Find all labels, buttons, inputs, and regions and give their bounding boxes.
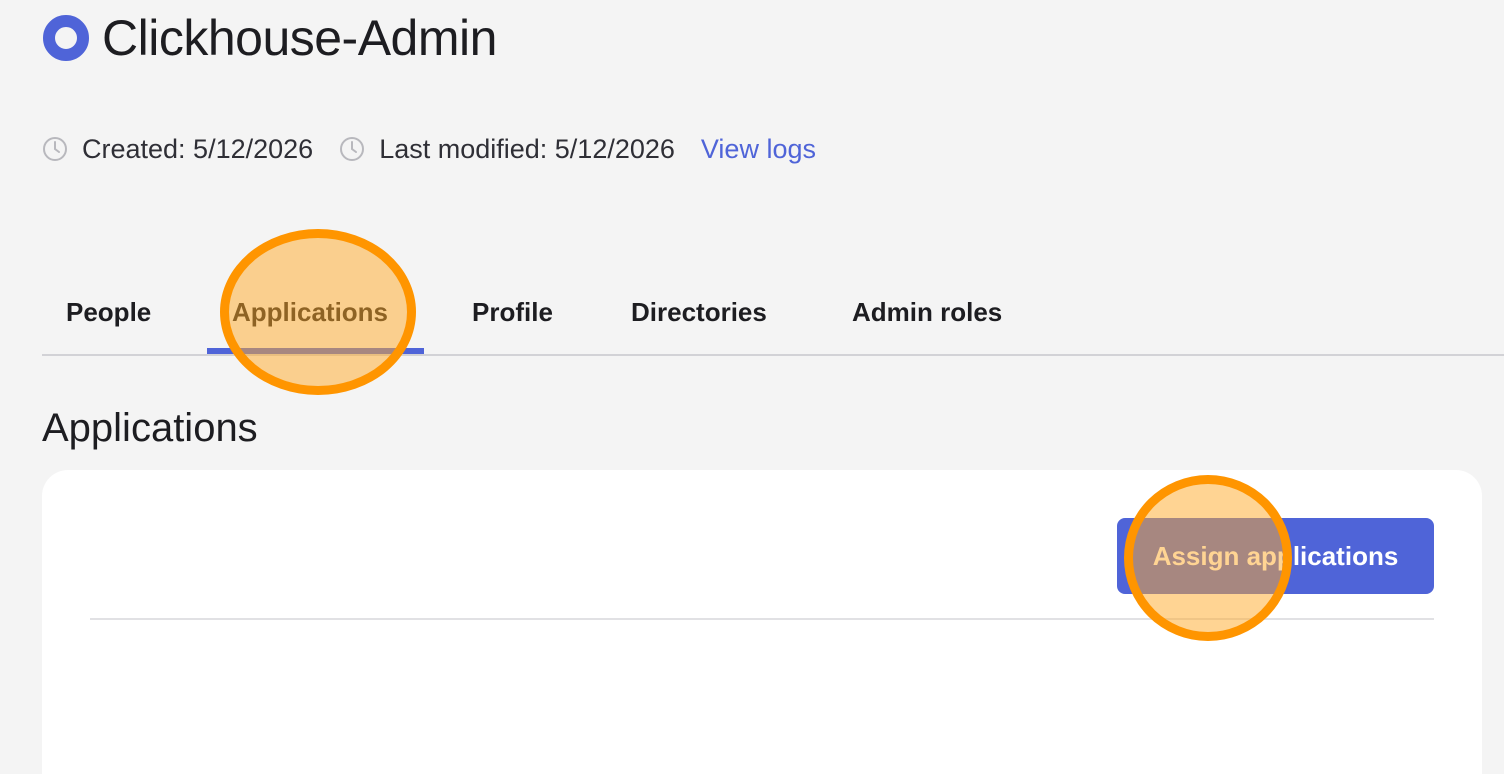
page-header: Clickhouse-Admin	[42, 6, 497, 70]
clock-icon	[339, 136, 365, 162]
created-info: Created: 5/12/2026	[42, 134, 313, 165]
assign-applications-button[interactable]: Assign applications	[1117, 518, 1434, 594]
tab-people[interactable]: People	[66, 292, 151, 332]
tab-profile[interactable]: Profile	[472, 292, 553, 332]
modified-info: Last modified: 5/12/2026	[339, 134, 675, 165]
created-text: Created: 5/12/2026	[82, 133, 314, 164]
tab-directories[interactable]: Directories	[631, 292, 767, 332]
metadata-row: Created: 5/12/2026 Last modified: 5/12/2…	[42, 132, 816, 166]
clock-icon	[42, 136, 68, 162]
active-tab-indicator	[207, 348, 424, 354]
applications-card: Assign applications	[42, 470, 1482, 774]
tab-admin-roles[interactable]: Admin roles	[852, 292, 1002, 332]
tab-applications[interactable]: Applications	[232, 292, 388, 332]
section-title: Applications	[42, 406, 258, 450]
modified-text: Last modified: 5/12/2026	[379, 133, 675, 164]
page-title: Clickhouse-Admin	[102, 10, 497, 66]
tab-bar: People Applications Profile Directories …	[42, 270, 1504, 356]
card-divider	[90, 618, 1434, 620]
view-logs-link[interactable]: View logs	[701, 134, 816, 165]
group-detail-page: Clickhouse-Admin Created: 5/12/2026 Last…	[0, 0, 1504, 774]
group-ring-icon	[42, 14, 90, 62]
